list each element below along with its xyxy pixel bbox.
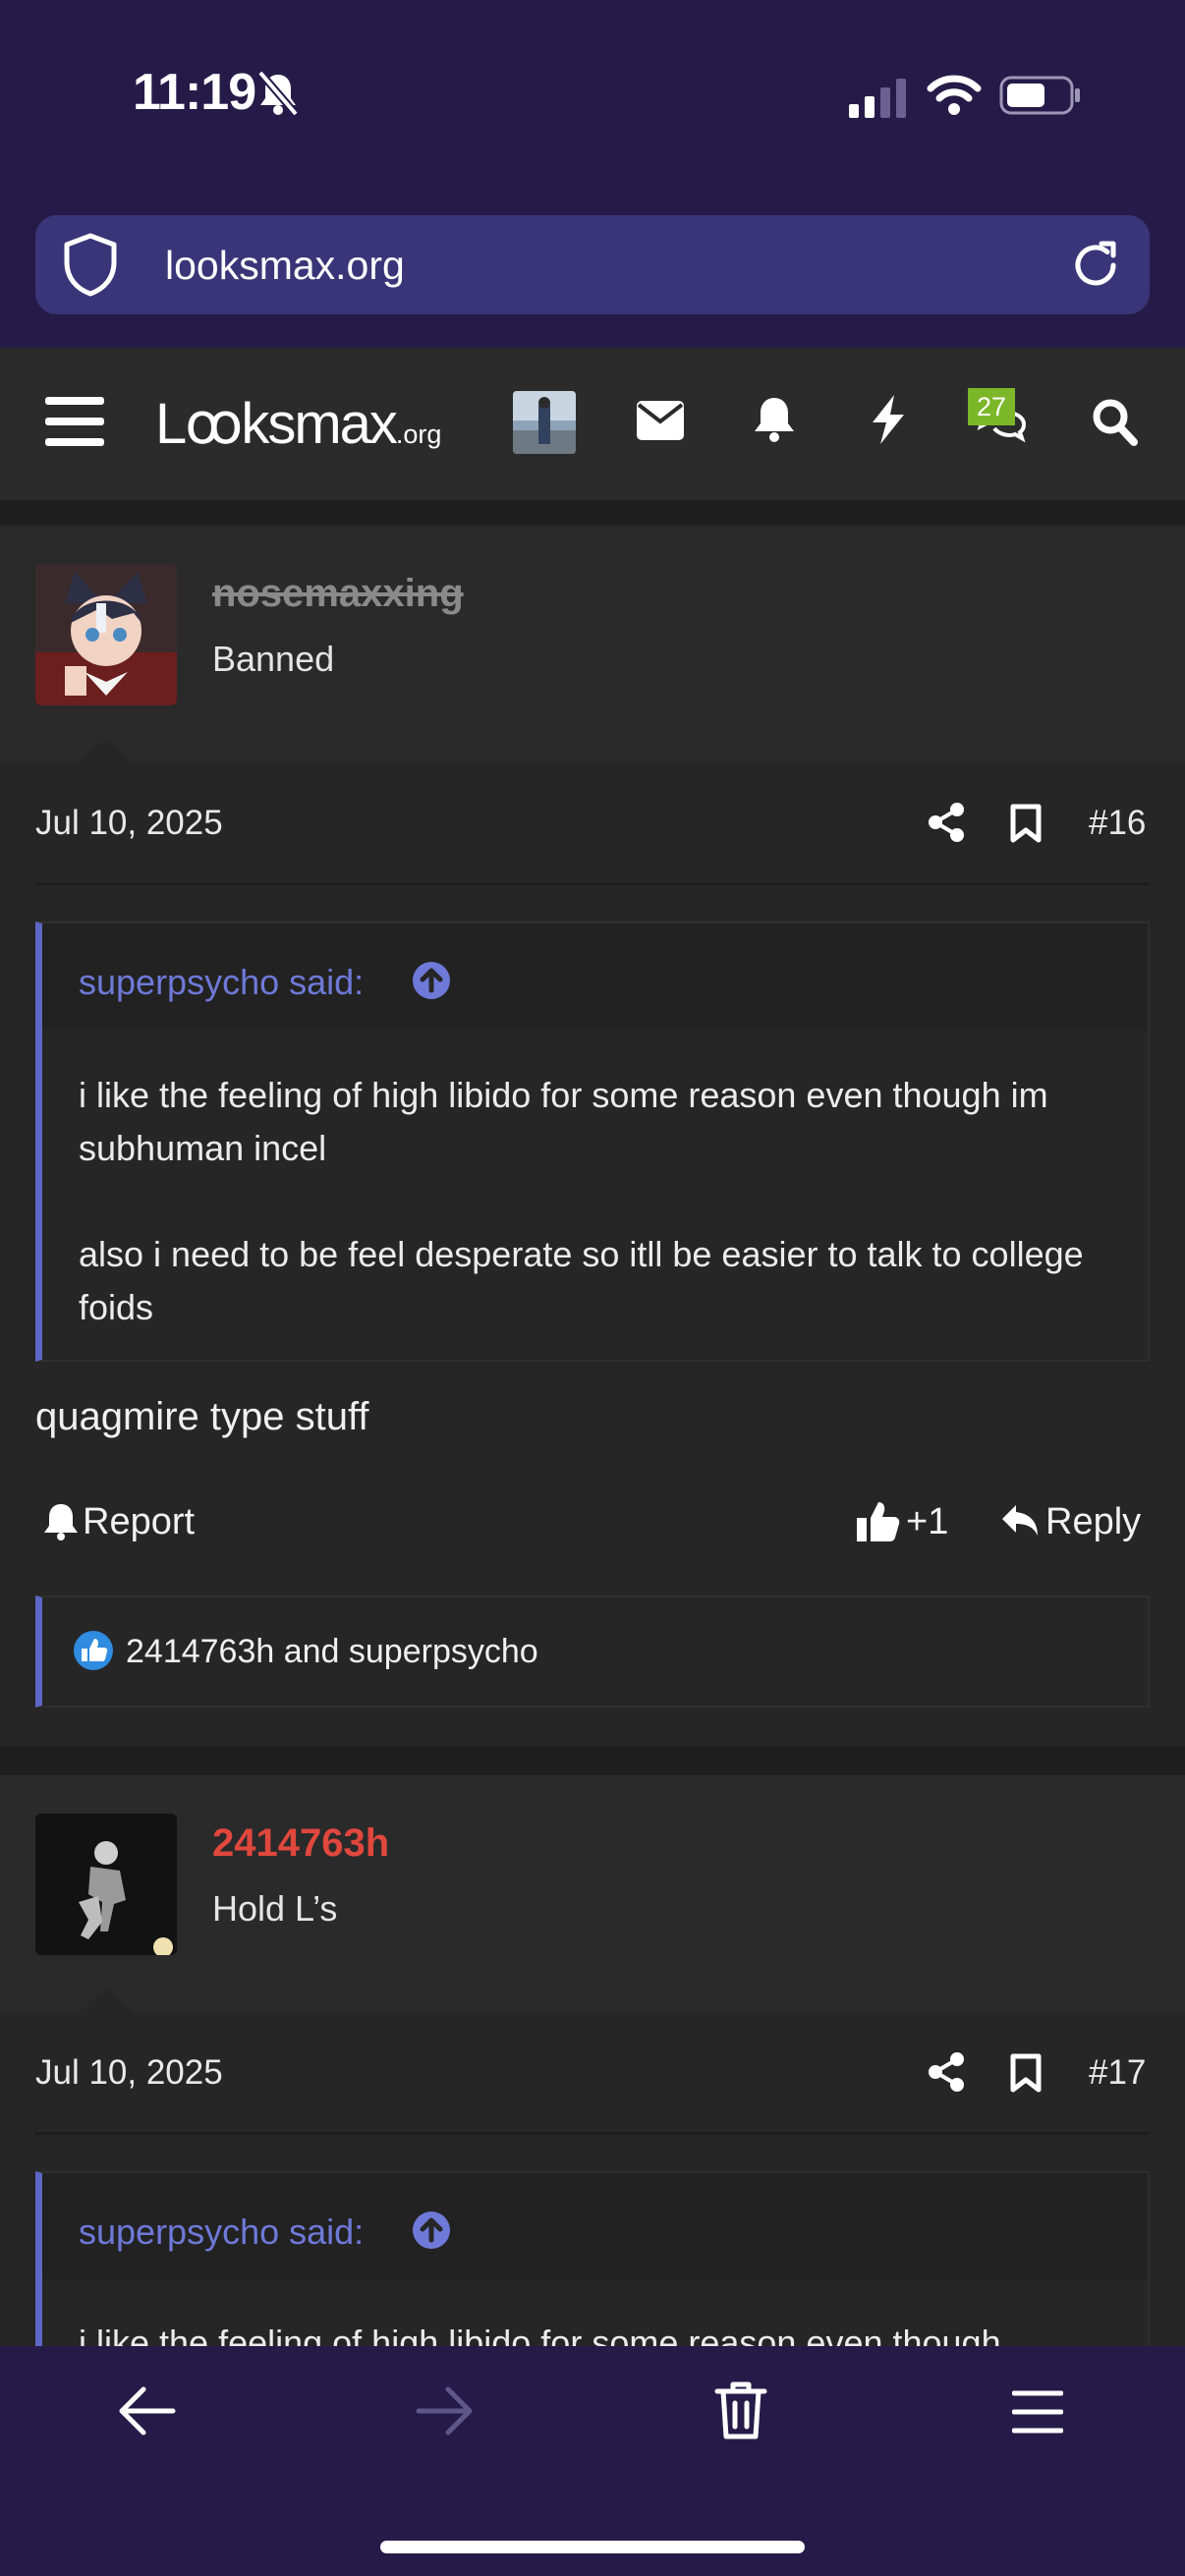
signal-icon <box>849 79 908 118</box>
post-17-user-panel <box>0 1775 1185 2013</box>
bolt-icon[interactable] <box>871 395 906 444</box>
post-17-number[interactable]: #17 <box>1089 2053 1146 2093</box>
share-icon[interactable] <box>928 2052 965 2092</box>
back-arrow-icon[interactable] <box>118 2385 177 2436</box>
reload-icon[interactable] <box>1066 236 1125 295</box>
like-count[interactable]: +1 <box>906 1501 948 1543</box>
bookmark-icon[interactable] <box>1010 804 1042 843</box>
menu-icon[interactable] <box>45 395 106 448</box>
reply-button[interactable]: Reply <box>1045 1501 1141 1543</box>
post-16-quote-paragraph-1: i like the feeling of high libido for so… <box>79 1075 1048 1168</box>
post-17-date[interactable]: Jul 10, 2025 <box>35 2053 223 2093</box>
quote-up-arrow-icon[interactable] <box>412 961 451 1000</box>
post-17-pointer <box>79 1988 134 2013</box>
battery-icon <box>999 76 1082 115</box>
status-time: 11:19 <box>133 64 256 121</box>
logo-tld: .org <box>395 420 442 449</box>
post-17-username[interactable]: 2414763h <box>212 1821 389 1866</box>
post-17-user-title: Hold L’s <box>212 1888 338 1929</box>
wifi-icon <box>927 73 982 116</box>
shield-icon[interactable] <box>61 232 120 297</box>
url-text[interactable]: looksmax.org <box>165 243 405 289</box>
report-bell-icon[interactable] <box>43 1502 79 1541</box>
share-icon[interactable] <box>928 803 965 842</box>
post-16-pointer <box>79 738 134 763</box>
user-avatar-thumb[interactable] <box>513 391 576 454</box>
post-16-quote-attribution[interactable]: superpsycho said: <box>79 962 364 1003</box>
post-17-avatar[interactable] <box>35 1814 177 1955</box>
reply-icon[interactable] <box>1000 1503 1040 1539</box>
hamburger-icon[interactable] <box>1012 2389 1063 2435</box>
like-reaction-icon <box>73 1630 114 1671</box>
report-button[interactable]: Report <box>83 1501 195 1543</box>
conversations-count-badge[interactable]: 27 <box>968 388 1015 425</box>
post-16-avatar[interactable] <box>35 564 177 705</box>
silent-bell-icon <box>254 69 302 118</box>
post-17-divider <box>35 2132 1150 2135</box>
post-16-body: quagmire type stuff <box>35 1395 369 1438</box>
site-logo[interactable]: Lꝏksmax.org <box>155 390 441 457</box>
mail-icon[interactable] <box>637 401 684 440</box>
post-16-date[interactable]: Jul 10, 2025 <box>35 804 223 843</box>
home-indicator[interactable] <box>380 2541 805 2553</box>
search-icon[interactable] <box>1091 397 1138 446</box>
post-16-username[interactable]: nosemaxxing <box>212 572 464 616</box>
thumbs-up-icon[interactable] <box>857 1500 900 1543</box>
bell-icon[interactable] <box>753 396 796 443</box>
post-16-number[interactable]: #16 <box>1089 804 1146 843</box>
post-gap <box>0 1746 1185 1775</box>
bookmark-icon[interactable] <box>1010 2053 1042 2093</box>
post-16-reactions-text[interactable]: 2414763h and superpsycho <box>126 1633 538 1671</box>
post-17-quote-attribution[interactable]: superpsycho said: <box>79 2212 364 2253</box>
post-16-user-title: Banned <box>212 639 335 679</box>
quote-up-arrow-icon[interactable] <box>412 2211 451 2250</box>
forward-arrow-icon[interactable] <box>415 2385 474 2436</box>
trash-icon[interactable] <box>713 2380 768 2440</box>
post-16-user-panel <box>0 526 1185 763</box>
header-gap <box>0 500 1185 526</box>
logo-wordmark: Lꝏksmax <box>155 392 398 456</box>
post-16-quote-paragraph-2: also i need to be feel desperate so itll… <box>79 1234 1084 1327</box>
post-16-divider <box>35 882 1150 885</box>
